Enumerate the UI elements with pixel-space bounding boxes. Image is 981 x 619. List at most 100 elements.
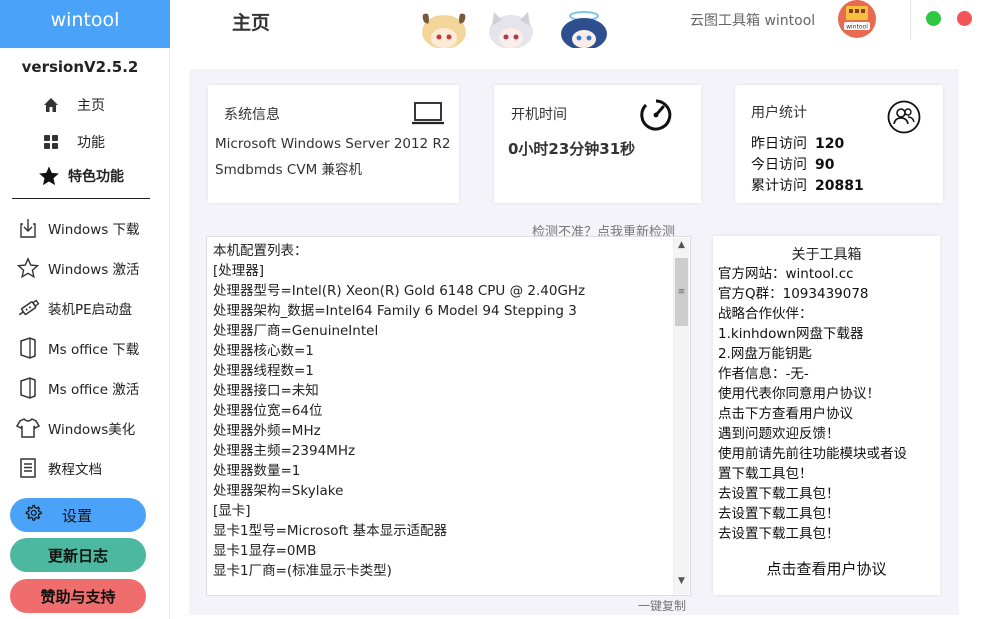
nav-features[interactable]: 功能 <box>40 129 105 155</box>
about-line: 去设置下载工具包！ <box>718 504 938 524</box>
uptime-value: 0小时23分钟31秒 <box>508 138 635 159</box>
stat-total-value: 20881 <box>815 178 864 194</box>
star-icon <box>38 166 60 186</box>
office-icon <box>16 376 40 400</box>
nav-pe-boot-label: 装机PE启动盘 <box>48 298 132 318</box>
shirt-icon <box>16 416 40 440</box>
copy-link[interactable]: 一键复制 <box>638 597 686 614</box>
nav-home-label: 主页 <box>77 95 105 115</box>
stat-today-label: 今日访问 <box>751 157 807 173</box>
changelog-button[interactable]: 更新日志 <box>10 538 146 572</box>
nav-office-activate[interactable]: Ms office 激活 <box>16 373 139 403</box>
nav-office-download[interactable]: Ms office 下载 <box>16 333 139 363</box>
about-line: 使用前请先前往功能模块或者设 <box>718 444 938 464</box>
document-icon <box>16 456 40 480</box>
config-line: 处理器外频=MHz <box>213 421 673 441</box>
config-line: 处理器主频=2394MHz <box>213 441 673 461</box>
page-title: 主页 <box>232 8 270 35</box>
nav-docs[interactable]: 教程文档 <box>16 453 102 483</box>
nav-windows-beautify[interactable]: Windows美化 <box>16 413 135 443</box>
os-name: Microsoft Windows Server 2012 R2 <box>215 136 450 152</box>
about-line: 战略合作伙伴： <box>718 304 938 324</box>
about-line: 官方网站：wintool.cc <box>718 264 938 284</box>
config-line: 处理器厂商=GenuineIntel <box>213 321 673 341</box>
app-name: 云图工具箱 wintool <box>690 10 815 30</box>
user-stats-card: 用户统计 昨日访问 120 今日访问 90 累计访问 20881 <box>735 85 943 203</box>
nav-office-activate-label: Ms office 激活 <box>48 378 139 398</box>
version-label: versionV2.5.2 <box>0 58 160 76</box>
about-line: 2.网盘万能钥匙 <box>718 344 938 364</box>
about-line: 点击下方查看用户协议 <box>718 404 938 424</box>
stat-today: 今日访问 90 <box>751 154 834 174</box>
stat-today-value: 90 <box>815 157 834 173</box>
about-lines: 官方网站：wintool.cc 官方Q群：1093439078 战略合作伙伴： … <box>718 264 938 544</box>
mascot-banner <box>414 10 612 48</box>
uptime-card: 开机时间 0小时23分钟31秒 <box>494 85 701 203</box>
nav-special-label: 特色功能 <box>68 166 124 186</box>
config-line: 处理器线程数=1 <box>213 361 673 381</box>
support-label: 赞助与支持 <box>40 586 115 607</box>
scroll-thumb[interactable]: ≡ <box>675 258 688 326</box>
config-line: 显卡1型号=Microsoft 基本显示适配器 <box>213 521 673 541</box>
nav-windows-download-label: Windows 下载 <box>48 218 140 238</box>
changelog-label: 更新日志 <box>48 545 108 566</box>
uptime-title: 开机时间 <box>511 104 567 124</box>
user-group-icon <box>886 99 922 139</box>
nav-windows-download[interactable]: Windows 下载 <box>16 213 140 243</box>
speedometer-icon <box>638 97 674 137</box>
minimize-button[interactable] <box>926 11 941 26</box>
config-line: 处理器型号=Intel(R) Xeon(R) Gold 6148 CPU @ 2… <box>213 281 673 301</box>
nav-home[interactable]: 主页 <box>40 92 105 118</box>
svg-text:wintool: wintool <box>846 24 868 31</box>
topbar-divider <box>910 0 911 40</box>
settings-label: 设置 <box>62 505 92 526</box>
home-icon <box>40 95 62 115</box>
config-line: 处理器数量=1 <box>213 461 673 481</box>
config-line: 处理器核心数=1 <box>213 341 673 361</box>
scroll-down-arrow-icon[interactable]: ▼ <box>674 576 689 590</box>
sidebar: wintool versionV2.5.2 主页 功能 特色功能 Windows… <box>0 0 170 619</box>
config-line: 处理器接口=未知 <box>213 381 673 401</box>
stat-yesterday-value: 120 <box>815 136 844 152</box>
about-line: 遇到问题欢迎反馈！ <box>718 424 938 444</box>
download-icon <box>16 216 40 240</box>
machine-model: Smdbmds CVM 兼容机 <box>215 158 362 178</box>
config-line: 本机配置列表： <box>213 241 673 261</box>
config-line: 处理器位宽=64位 <box>213 401 673 421</box>
nav-special[interactable]: 特色功能 <box>38 163 124 189</box>
config-line: 处理器架构_数据=Intel64 Family 6 Model 94 Stepp… <box>213 301 673 321</box>
user-stats-title: 用户统计 <box>751 102 807 122</box>
grid-icon <box>40 132 62 152</box>
config-textbox[interactable]: 本机配置列表： [处理器] 处理器型号=Intel(R) Xeon(R) Gol… <box>206 236 691 596</box>
nav-windows-activate[interactable]: Windows 激活 <box>16 253 140 283</box>
close-button[interactable] <box>957 11 972 26</box>
about-line: 作者信息：-无- <box>718 364 938 384</box>
support-button[interactable]: 赞助与支持 <box>10 579 146 613</box>
user-agreement-link[interactable]: 点击查看用户协议 <box>713 558 940 579</box>
system-info-card: 系统信息 Microsoft Windows Server 2012 R2 Sm… <box>208 85 459 203</box>
nav-office-download-label: Ms office 下载 <box>48 338 139 358</box>
config-list: 本机配置列表： [处理器] 处理器型号=Intel(R) Xeon(R) Gol… <box>213 241 673 591</box>
config-line: 处理器架构=Skylake <box>213 481 673 501</box>
office-icon <box>16 336 40 360</box>
about-line: 去设置下载工具包！ <box>718 524 938 544</box>
nav-windows-activate-label: Windows 激活 <box>48 258 140 278</box>
config-line: 显卡1厂商=(标准显示卡类型) <box>213 561 673 581</box>
about-line: 去设置下载工具包！ <box>718 484 938 504</box>
usb-icon <box>16 296 40 320</box>
nav-windows-beautify-label: Windows美化 <box>48 418 135 438</box>
nav-docs-label: 教程文档 <box>48 458 102 478</box>
about-line: 官方Q群：1093439078 <box>718 284 938 304</box>
nav-features-label: 功能 <box>77 132 105 152</box>
scroll-up-arrow-icon[interactable]: ▲ <box>674 240 689 254</box>
config-scrollbar[interactable]: ▲ ≡ ▼ <box>673 238 689 594</box>
stat-total-label: 累计访问 <box>751 178 807 194</box>
nav-pe-boot[interactable]: 装机PE启动盘 <box>16 293 132 323</box>
config-line: [处理器] <box>213 261 673 281</box>
stat-total: 累计访问 20881 <box>751 175 864 195</box>
settings-button[interactable]: 设置 <box>10 498 146 532</box>
laptop-icon <box>411 101 445 131</box>
sidebar-divider <box>12 198 150 199</box>
brand-title: wintool <box>0 0 170 48</box>
stat-yesterday-label: 昨日访问 <box>751 136 807 152</box>
